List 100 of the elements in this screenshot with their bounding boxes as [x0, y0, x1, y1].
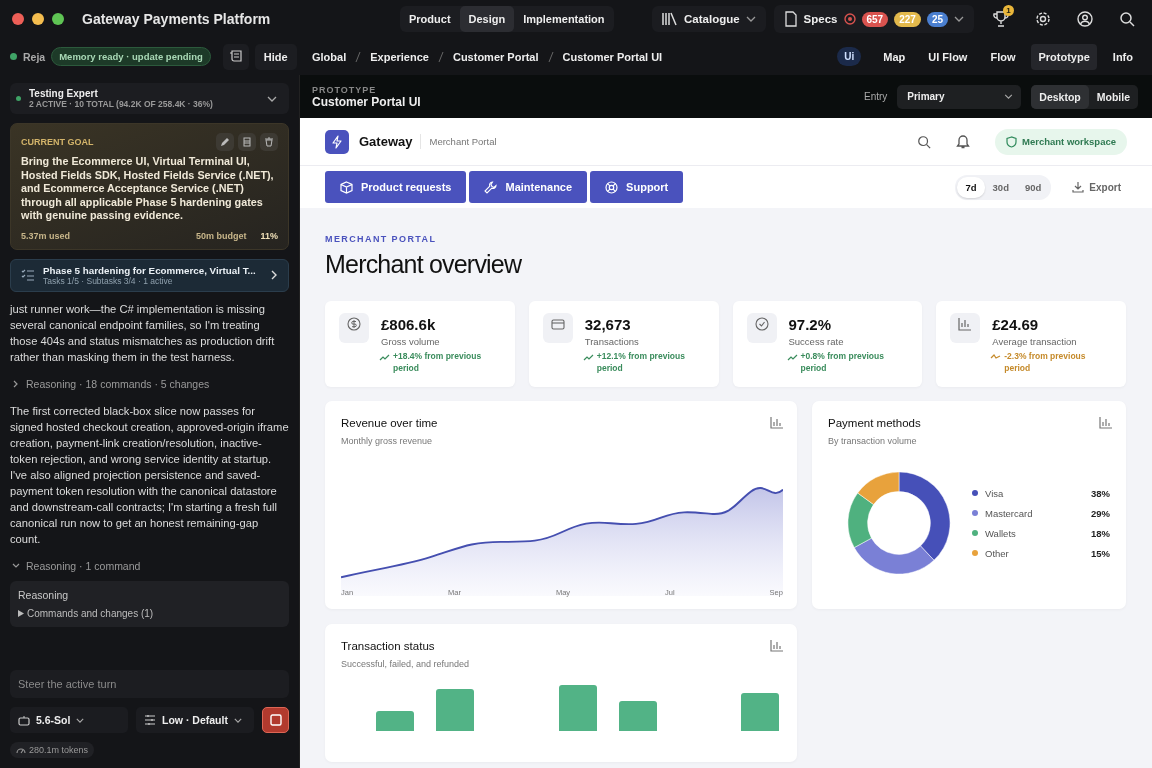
team-summary: 2 ACTIVE · 10 TOTAL (94.2K OF 258.4K · 36%): [29, 99, 214, 109]
range-tab[interactable]: 90d: [1016, 176, 1050, 198]
change-text: +0.8% from previous period: [800, 350, 885, 374]
effort-dropdown[interactable]: Low · Default: [136, 707, 254, 733]
lifebuoy-icon: [605, 180, 619, 194]
stat-label: Average transaction: [992, 336, 1078, 347]
view-tab[interactable]: UI Flow: [921, 43, 975, 70]
caret-icon: [745, 16, 756, 22]
minimize-button[interactable]: [32, 13, 44, 25]
search-icon: [1119, 11, 1135, 27]
prototype-title: Customer Portal UI: [312, 94, 422, 109]
nav-button[interactable]: Support: [590, 171, 684, 203]
token-usage: 280.1m tokens: [10, 742, 95, 758]
stat-value: £806.6k: [381, 316, 437, 333]
nav-button[interactable]: Product requests: [325, 171, 467, 203]
bolt-logo-icon: [325, 129, 349, 154]
view-badge: Ui: [837, 47, 862, 66]
team-dropdown[interactable]: Testing Expert 2 ACTIVE · 10 TOTAL (94.2K OF 258.4K · 36%): [10, 83, 289, 114]
breadcrumb-separator: [437, 50, 444, 63]
settings-icon: [1035, 11, 1051, 27]
change-text: +18.4% from previous period: [393, 350, 483, 374]
change-text: -2.3% from previous period: [1004, 350, 1087, 374]
delete-button[interactable]: [260, 133, 278, 151]
mode-tab[interactable]: Design: [459, 6, 515, 32]
archive-button[interactable]: [238, 133, 256, 151]
hide-button[interactable]: Hide: [254, 43, 297, 70]
task-meta: Tasks 1/5 · Subtasks 3/4 · 1 active: [43, 275, 173, 286]
workspace-button[interactable]: Merchant workspace: [995, 128, 1127, 155]
device-tab[interactable]: Mobile: [1088, 84, 1138, 109]
page-heading: Merchant overview: [325, 250, 523, 279]
task-card[interactable]: Phase 5 hardening for Ecommerce, Virtual T... Tasks 1/5 · Subtasks 3/4 · 1 active: [10, 258, 289, 292]
entry-select[interactable]: Primary: [897, 84, 1022, 109]
breadcrumb-link[interactable]: Customer Portal UI: [562, 50, 663, 63]
steer-input[interactable]: Steer the active turn: [10, 670, 289, 698]
stop-button[interactable]: [262, 707, 289, 733]
model-dropdown[interactable]: 5.6-Sol: [10, 707, 128, 733]
books-icon: [662, 12, 678, 26]
bar-chart-icon: [1099, 417, 1112, 429]
document-icon: [783, 11, 798, 27]
bar-chart-icon: [770, 417, 783, 429]
archive-icon: [242, 137, 252, 147]
legend-value: 18%: [1091, 527, 1110, 539]
breadcrumb-link[interactable]: Customer Portal: [452, 50, 539, 63]
mode-tab[interactable]: Product: [400, 6, 460, 32]
trophy-icon: [992, 10, 1010, 28]
breadcrumb-link[interactable]: Experience: [370, 50, 429, 63]
caret-icon: [233, 717, 242, 723]
chart-title: Transaction status: [341, 640, 435, 652]
view-tab[interactable]: Map: [876, 43, 913, 70]
reasoning-toggle[interactable]: Reasoning · 18 commands · 5 changes: [10, 375, 212, 392]
team-title: Testing Expert: [29, 88, 99, 99]
error-icon: [843, 13, 856, 25]
stat-value: 97.2%: [788, 316, 833, 333]
breadcrumb-link[interactable]: Global: [312, 50, 347, 63]
commands-toggle[interactable]: Commands and changes (1): [18, 607, 154, 619]
stat-value: 32,673: [584, 316, 632, 333]
budget-amount: 50m budget: [195, 230, 247, 241]
chevron-right-icon: [271, 270, 278, 280]
breadcrumb-separator: [547, 50, 554, 63]
pencil-icon: [220, 137, 230, 147]
legend-label: Wallets: [985, 527, 1016, 539]
trophy-button[interactable]: 1: [986, 5, 1016, 33]
chart-subtitle: By transaction volume: [828, 436, 918, 446]
view-tab[interactable]: Prototype: [1031, 43, 1097, 70]
reasoning-toggle[interactable]: Reasoning · 1 command: [10, 557, 143, 574]
budget-percent: 11%: [260, 230, 278, 241]
wrench-icon: [484, 180, 498, 194]
count-badge: 227: [894, 11, 921, 27]
count-badge: 25: [926, 11, 948, 27]
nav-button[interactable]: Maintenance: [469, 171, 588, 203]
chart-subtitle: Successful, failed, and refunded: [341, 659, 471, 669]
view-tab[interactable]: Flow: [983, 43, 1023, 70]
notification-badge: 1: [1003, 5, 1014, 16]
legend-value: 15%: [1091, 547, 1110, 559]
specs-panel[interactable]: Specs 657 227 25: [773, 5, 974, 33]
catalogue-dropdown[interactable]: Catalogue: [652, 6, 766, 32]
export-button[interactable]: Export: [1066, 180, 1127, 194]
close-button[interactable]: [12, 13, 24, 25]
zoom-button[interactable]: [52, 13, 64, 25]
legend-label: Visa: [985, 487, 1004, 499]
section-label: PROTOTYPE: [312, 84, 378, 95]
view-tab[interactable]: Info: [1105, 43, 1140, 70]
legend-label: Other: [985, 547, 1009, 559]
bar-chart-icon: [950, 313, 981, 343]
user-icon: [1077, 11, 1093, 27]
goal-label: CURRENT GOAL: [21, 137, 95, 147]
range-tab[interactable]: 7d: [957, 176, 985, 198]
stat-label: Gross volume: [381, 336, 441, 347]
range-tab[interactable]: 30d: [984, 176, 1017, 198]
edit-button[interactable]: [216, 133, 234, 151]
mode-tab[interactable]: Implementation: [514, 6, 614, 32]
gauge-icon: [16, 746, 26, 754]
robot-icon: [18, 714, 30, 726]
chart-title: Revenue over time: [341, 417, 438, 429]
notes-button[interactable]: [222, 43, 249, 70]
device-tab[interactable]: Desktop: [1031, 84, 1089, 109]
caret-icon: [76, 717, 85, 723]
shield-icon: [1006, 135, 1017, 148]
legend-label: Mastercard: [985, 507, 1033, 519]
breadcrumb-separator: [355, 50, 362, 63]
